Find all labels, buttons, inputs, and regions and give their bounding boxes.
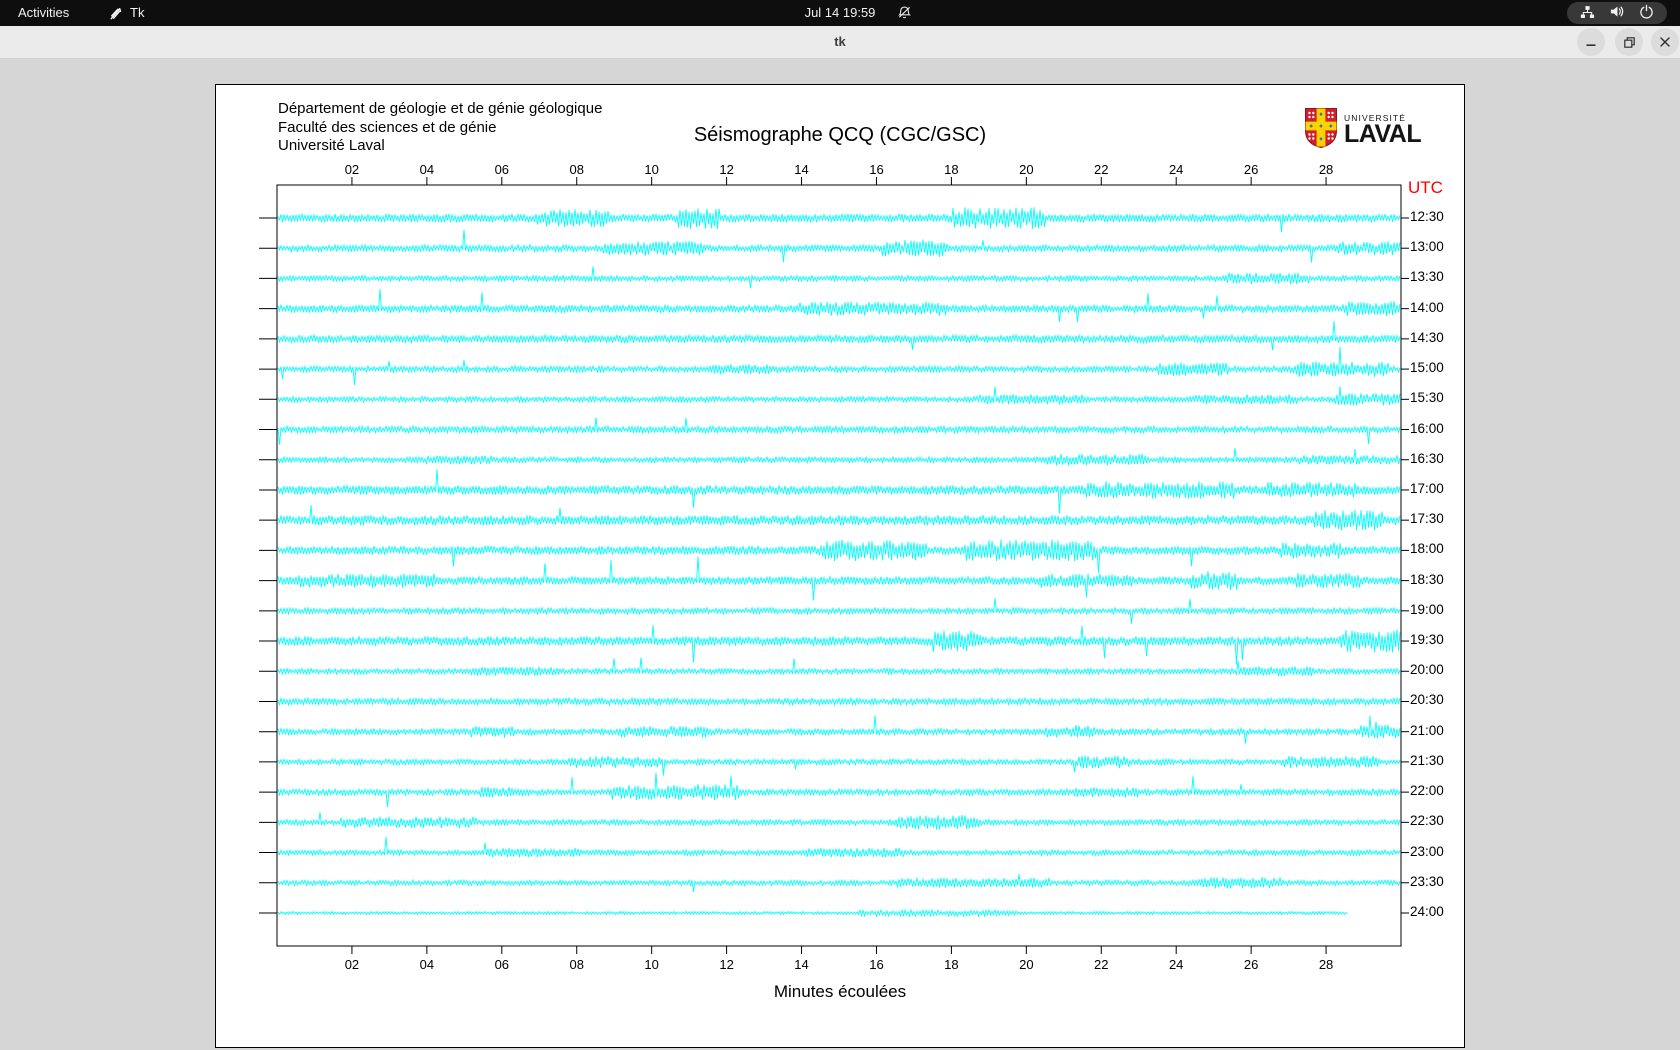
window-title: tk bbox=[834, 34, 846, 49]
tk-window-content: Département de géologie et de génie géol… bbox=[0, 59, 1680, 1050]
gnome-topbar: Activities Tk Jul 14 19:59 bbox=[0, 0, 1680, 26]
maximize-button[interactable] bbox=[1615, 28, 1643, 56]
desktop: Activities Tk Jul 14 19:59 tk Départemen… bbox=[0, 0, 1680, 1050]
clock-button[interactable]: Jul 14 19:59 bbox=[797, 0, 884, 26]
notifications-muted-icon bbox=[897, 5, 912, 23]
close-button[interactable] bbox=[1651, 28, 1679, 56]
power-icon bbox=[1639, 4, 1654, 22]
x-axis-title: Minutes écoulées bbox=[773, 982, 907, 1001]
volume-icon bbox=[1609, 4, 1625, 22]
system-tray[interactable] bbox=[1567, 2, 1667, 24]
network-wired-icon bbox=[1580, 5, 1595, 22]
window-titlebar: tk bbox=[0, 26, 1680, 59]
seismograph-panel: Département de géologie et de génie géol… bbox=[215, 84, 1465, 1048]
seismogram-plot bbox=[259, 177, 1409, 954]
minimize-button[interactable] bbox=[1577, 28, 1605, 56]
